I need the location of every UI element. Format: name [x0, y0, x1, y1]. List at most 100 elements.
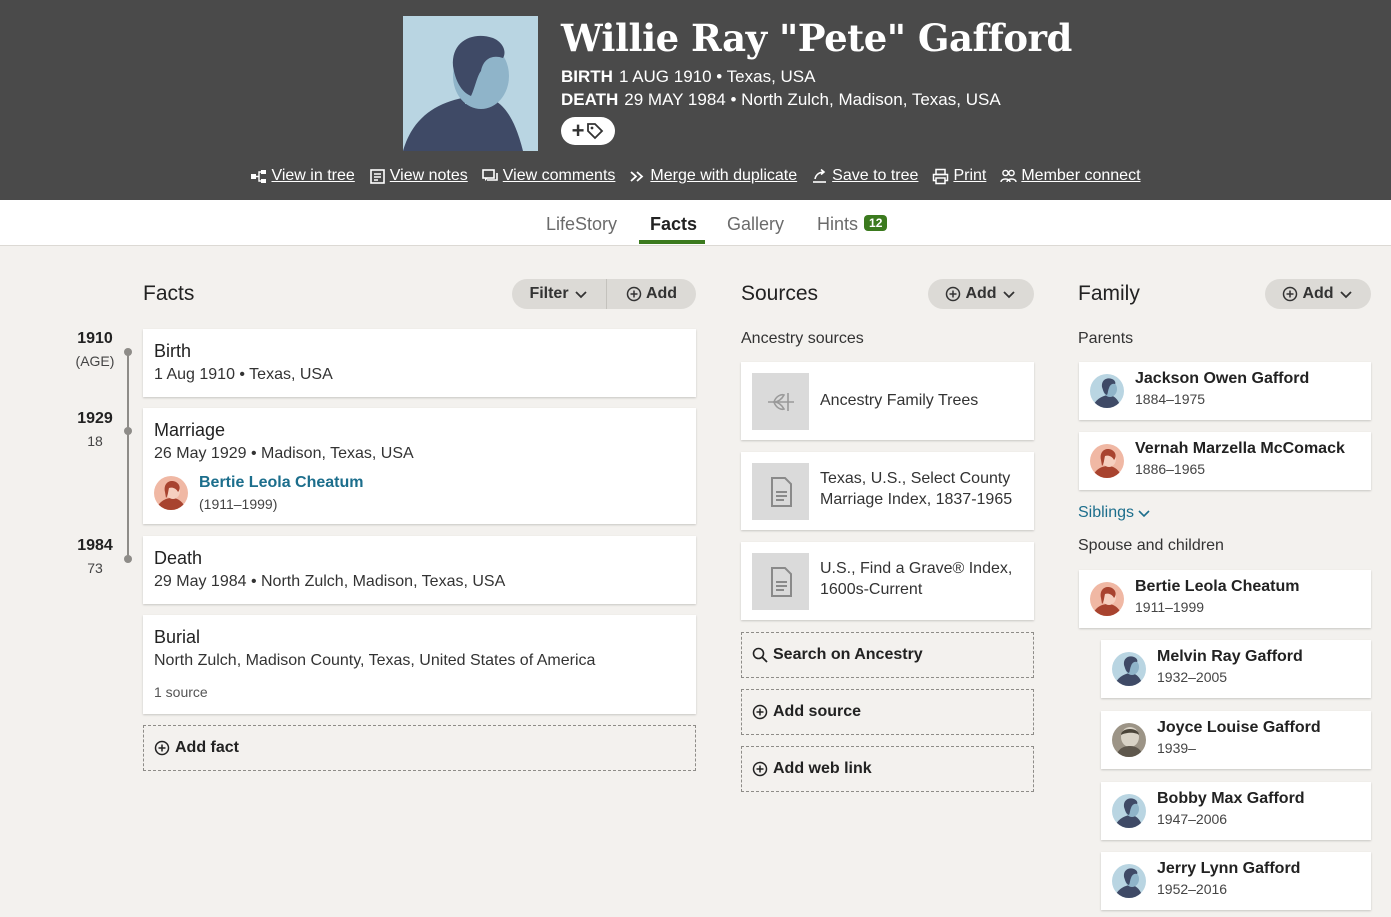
- chevron-down-icon: [1002, 291, 1015, 299]
- fact-title: Burial: [154, 627, 201, 647]
- add-fact-menu-button[interactable]: Add: [606, 279, 696, 309]
- male-silhouette-icon: [1112, 652, 1146, 686]
- source-thumbnail: [752, 463, 809, 520]
- siblings-toggle[interactable]: Siblings: [1078, 504, 1151, 522]
- male-avatar: [1112, 864, 1146, 898]
- hints-count-badge: 12: [864, 215, 888, 231]
- save-icon: [813, 168, 827, 183]
- merge-with-duplicate-link[interactable]: Merge with duplicate: [629, 167, 797, 185]
- add-circle-icon: [752, 761, 768, 777]
- female-silhouette-icon: [154, 476, 188, 510]
- family-member-years: 1884–1975: [1135, 391, 1206, 407]
- filter-button[interactable]: Filter: [512, 279, 606, 309]
- timeline-age: (AGE): [75, 353, 115, 369]
- fact-detail: 29 May 1984 • North Zulch, Madison, Texa…: [154, 573, 506, 590]
- family-member-card[interactable]: Joyce Louise Gafford 1939–: [1101, 711, 1371, 769]
- view-comments-link[interactable]: View comments: [481, 167, 615, 185]
- add-circle-icon: [626, 286, 642, 302]
- family-member-card[interactable]: Vernah Marzella McComack 1886–1965: [1079, 432, 1371, 490]
- document-icon: [770, 476, 792, 507]
- add-circle-icon: [946, 286, 961, 302]
- family-member-card[interactable]: Bertie Leola Cheatum 1911–1999: [1079, 570, 1371, 628]
- fact-title: Death: [154, 548, 203, 568]
- source-title-line: Marriage Index, 1837-1965: [820, 491, 1013, 508]
- timeline-age: 73: [87, 560, 103, 576]
- fact-card-birth[interactable]: Birth 1 Aug 1910 • Texas, USA: [143, 329, 696, 397]
- tab-hints[interactable]: Hints 12: [817, 214, 888, 235]
- add-fact-label: Add fact: [175, 739, 239, 756]
- tree-icon: [251, 169, 267, 183]
- save-to-tree-link[interactable]: Save to tree: [811, 167, 918, 185]
- search-on-ancestry-label: Search on Ancestry: [773, 646, 923, 663]
- family-member-card[interactable]: Bobby Max Gafford 1947–2006: [1101, 782, 1371, 840]
- source-thumbnail: [752, 553, 809, 610]
- facts-toolbar: Filter Add: [512, 279, 696, 309]
- male-avatar: [1112, 652, 1146, 686]
- family-member-name: Joyce Louise Gafford: [1157, 719, 1321, 736]
- fact-card-burial[interactable]: Burial North Zulch, Madison County, Texa…: [143, 615, 696, 714]
- view-in-tree-link[interactable]: View in tree: [250, 167, 355, 185]
- fact-card-death[interactable]: Death 29 May 1984 • North Zulch, Madison…: [143, 536, 696, 604]
- male-avatar: [1112, 794, 1146, 828]
- view-notes-link[interactable]: View notes: [369, 167, 468, 185]
- female-silhouette-icon: [1090, 444, 1124, 478]
- parents-label: Parents: [1078, 330, 1134, 347]
- tab-gallery[interactable]: Gallery: [727, 214, 784, 235]
- filter-label: Filter: [529, 285, 569, 302]
- chevron-down-icon: [1138, 510, 1150, 518]
- female-silhouette-icon: [1090, 582, 1124, 616]
- source-card[interactable]: Ancestry Family Trees: [741, 362, 1034, 440]
- death-label: DEATH: [561, 90, 619, 109]
- spouse-years: (1911–1999): [199, 496, 278, 512]
- source-title: Texas, U.S., Select County Marriage Inde…: [820, 468, 1012, 510]
- source-card[interactable]: U.S., Find a Grave® Index, 1600s-Current: [741, 542, 1034, 620]
- search-on-ancestry-button[interactable]: Search on Ancestry: [741, 632, 1034, 678]
- spouse-link[interactable]: Bertie Leola Cheatum: [199, 474, 363, 492]
- add-label: Add: [965, 285, 997, 302]
- add-circle-icon: [1283, 286, 1298, 302]
- add-source-button[interactable]: Add source: [741, 689, 1034, 735]
- family-member-name: Jerry Lynn Gafford: [1157, 860, 1301, 877]
- timeline-year: 1929: [77, 410, 113, 427]
- family-member-years: 1947–2006: [1157, 811, 1228, 827]
- family-member-name: Vernah Marzella McComack: [1135, 440, 1345, 457]
- add-web-link-button[interactable]: Add web link: [741, 746, 1034, 792]
- fact-title: Birth: [154, 341, 192, 361]
- source-card[interactable]: Texas, U.S., Select County Marriage Inde…: [741, 452, 1034, 530]
- male-silhouette-icon: [1112, 864, 1146, 898]
- family-member-card[interactable]: Jerry Lynn Gafford 1952–2016: [1101, 852, 1371, 910]
- source-thumbnail: [752, 373, 809, 430]
- photo-avatar: [1112, 723, 1146, 757]
- family-member-name: Jackson Owen Gafford: [1135, 370, 1310, 387]
- tab-facts[interactable]: Facts: [650, 214, 697, 235]
- tab-lifestory[interactable]: LifeStory: [546, 214, 617, 235]
- add-web-link-label: Add web link: [773, 760, 872, 777]
- add-source-menu-button[interactable]: Add: [928, 279, 1034, 309]
- family-tree-leaf-icon: [767, 392, 794, 411]
- source-title-line: Texas, U.S., Select County: [820, 470, 1011, 487]
- print-icon: [933, 168, 949, 184]
- fact-detail: 26 May 1929 • Madison, Texas, USA: [154, 445, 414, 462]
- family-member-card[interactable]: Melvin Ray Gafford 1932–2005: [1101, 640, 1371, 698]
- family-member-years: 1911–1999: [1135, 599, 1205, 615]
- add-tag-button[interactable]: +: [561, 117, 615, 145]
- family-heading: Family: [1078, 282, 1140, 305]
- family-member-years: 1939–: [1157, 740, 1196, 756]
- member-connect-link[interactable]: Member connect: [1000, 167, 1141, 185]
- add-fact-button[interactable]: Add fact: [143, 725, 696, 771]
- ancestry-sources-label: Ancestry sources: [741, 330, 864, 347]
- fact-source-count[interactable]: 1 source: [154, 684, 208, 700]
- merge-icon: [630, 170, 644, 182]
- profile-photo-placeholder[interactable]: [403, 16, 538, 151]
- print-link[interactable]: Print: [932, 167, 986, 185]
- fact-card-marriage[interactable]: Marriage 26 May 1929 • Madison, Texas, U…: [143, 408, 696, 524]
- member-connect-label: Member connect: [1021, 167, 1141, 184]
- add-family-menu-button[interactable]: Add: [1265, 279, 1371, 309]
- family-member-name: Melvin Ray Gafford: [1157, 648, 1303, 665]
- view-notes-label: View notes: [389, 167, 468, 184]
- death-value: 29 MAY 1984 • North Zulch, Madison, Texa…: [624, 90, 1001, 109]
- family-member-card[interactable]: Jackson Owen Gafford 1884–1975: [1079, 362, 1371, 420]
- fact-title: Marriage: [154, 420, 226, 440]
- spouse-children-label: Spouse and children: [1078, 537, 1224, 554]
- document-icon: [770, 566, 792, 597]
